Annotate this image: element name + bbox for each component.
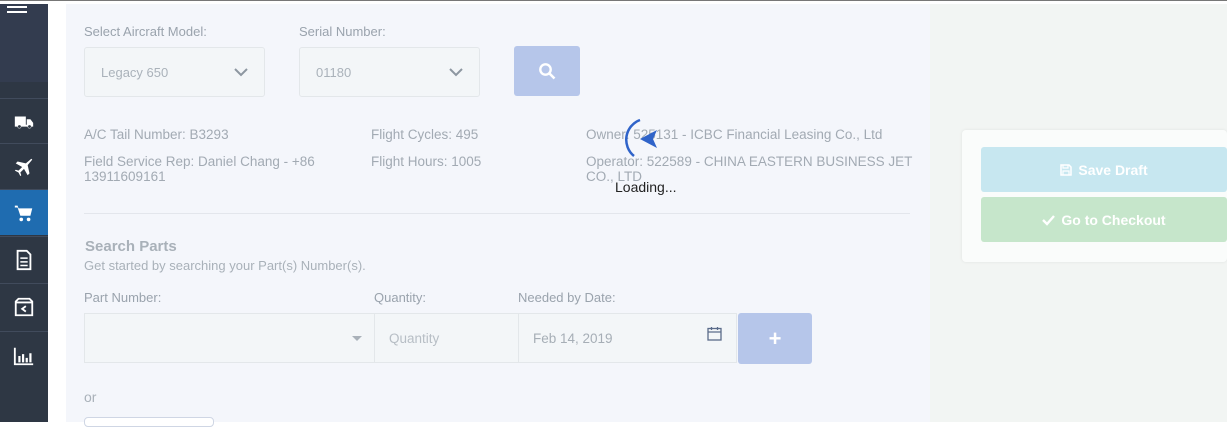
go-to-checkout-button[interactable]: Go to Checkout <box>981 197 1227 242</box>
aircraft-model-select[interactable]: Legacy 650 <box>84 47 265 97</box>
truck-icon <box>14 116 34 128</box>
sidebar-item-cart[interactable] <box>0 189 48 235</box>
save-draft-button[interactable]: Save Draft <box>981 147 1227 192</box>
flight-cycles-text: Flight Cycles: 495 <box>371 127 479 142</box>
package-return-icon <box>14 297 34 316</box>
caret-down-icon <box>352 336 362 341</box>
sidebar <box>0 4 48 422</box>
aircraft-search-button[interactable] <box>514 46 580 96</box>
sidebar-header <box>0 4 48 82</box>
upload-button[interactable] <box>84 417 214 427</box>
sidebar-item-documents[interactable] <box>0 236 48 282</box>
search-parts-heading: Search Parts <box>85 238 177 255</box>
quantity-placeholder: Quantity <box>389 330 440 346</box>
needed-by-date-label: Needed by Date: <box>518 290 616 305</box>
serial-number-select[interactable]: 01180 <box>299 47 480 97</box>
add-part-button[interactable]: + <box>738 313 812 364</box>
serial-number-label: Serial Number: <box>299 24 386 39</box>
needed-by-date-value: Feb 14, 2019 <box>533 330 613 346</box>
plane-icon <box>14 158 33 176</box>
save-icon <box>1060 163 1073 176</box>
needed-by-date-input[interactable]: Feb 14, 2019 <box>518 313 737 363</box>
field-service-rep-text: Field Service Rep: Daniel Chang - +86 13… <box>84 154 315 184</box>
check-icon <box>1042 214 1056 226</box>
flight-hours-text: Flight Hours: 1005 <box>371 154 482 169</box>
part-number-input[interactable] <box>84 313 375 363</box>
section-divider <box>84 213 910 214</box>
save-draft-label: Save Draft <box>1078 161 1148 178</box>
aircraft-model-value: Legacy 650 <box>101 64 169 80</box>
chevron-down-icon <box>449 68 463 77</box>
go-to-checkout-label: Go to Checkout <box>1061 211 1166 228</box>
serial-number-value: 01180 <box>316 64 352 80</box>
hamburger-menu-icon[interactable] <box>7 6 27 16</box>
quantity-label: Quantity: <box>374 290 427 305</box>
cart-icon <box>14 205 33 221</box>
tail-number-text: A/C Tail Number: B3293 <box>84 127 229 142</box>
document-icon <box>16 249 32 270</box>
loading-spinner-icon <box>625 118 657 157</box>
part-number-label: Part Number: <box>84 290 162 305</box>
calendar-icon[interactable] <box>707 326 722 341</box>
loading-text: Loading... <box>615 179 677 195</box>
aircraft-model-label: Select Aircraft Model: <box>84 24 207 39</box>
sidebar-item-reports[interactable] <box>0 331 48 379</box>
sidebar-item-flights[interactable] <box>0 143 48 189</box>
bar-chart-icon <box>13 347 34 365</box>
quantity-input[interactable]: Quantity <box>374 313 519 363</box>
sidebar-item-returns[interactable] <box>0 283 48 329</box>
or-separator: or <box>84 389 97 405</box>
search-parts-subtitle: Get started by searching your Part(s) Nu… <box>84 258 366 273</box>
search-icon <box>539 63 556 80</box>
sidebar-item-shipping[interactable] <box>0 98 48 144</box>
chevron-down-icon <box>234 68 248 77</box>
